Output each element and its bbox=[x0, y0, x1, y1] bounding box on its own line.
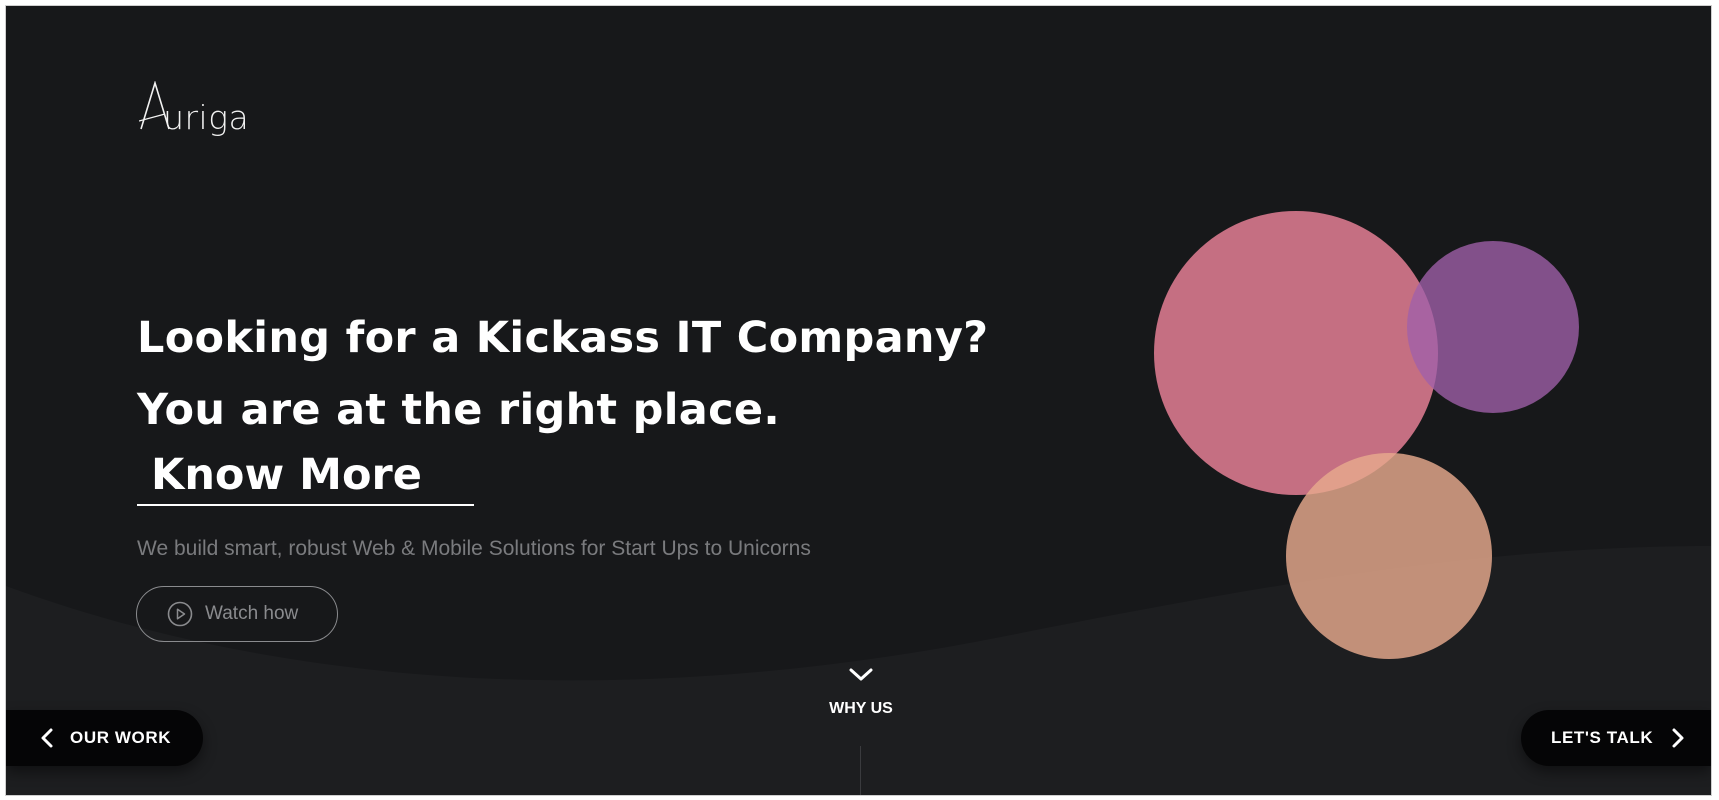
chevron-right-icon bbox=[1672, 728, 1684, 748]
why-us-label: WHY US bbox=[829, 700, 893, 717]
lets-talk-label: LET'S TALK bbox=[1551, 728, 1654, 747]
chevron-left-icon bbox=[41, 728, 53, 748]
headline-line-1: Looking for a Kickass IT Company? bbox=[137, 313, 989, 363]
watch-how-button[interactable]: Watch how bbox=[136, 586, 338, 642]
hero-subtitle: We build smart, robust Web & Mobile Solu… bbox=[137, 537, 811, 560]
our-work-button[interactable]: OUR WORK bbox=[6, 710, 203, 766]
watch-how-label: Watch how bbox=[205, 603, 299, 624]
our-work-label: OUR WORK bbox=[70, 728, 172, 747]
hero-headline: Looking for a Kickass IT Company? You ar… bbox=[137, 302, 988, 446]
play-circle-icon bbox=[167, 601, 193, 627]
know-more-link[interactable]: Know More bbox=[137, 446, 474, 506]
peach-circle bbox=[1286, 453, 1492, 659]
purple-circle bbox=[1407, 241, 1579, 413]
lets-talk-button[interactable]: LET'S TALK bbox=[1521, 710, 1711, 766]
decorative-circles bbox=[1154, 211, 1579, 659]
pink-circle bbox=[1154, 211, 1438, 495]
headline-line-2: You are at the right place. bbox=[137, 385, 781, 435]
chevron-down-icon bbox=[849, 668, 873, 681]
why-us-divider bbox=[860, 746, 861, 795]
why-us-link[interactable]: WHY US bbox=[826, 666, 896, 718]
hero-section: Auriga Looking for a Kickass IT Company?… bbox=[5, 5, 1712, 796]
